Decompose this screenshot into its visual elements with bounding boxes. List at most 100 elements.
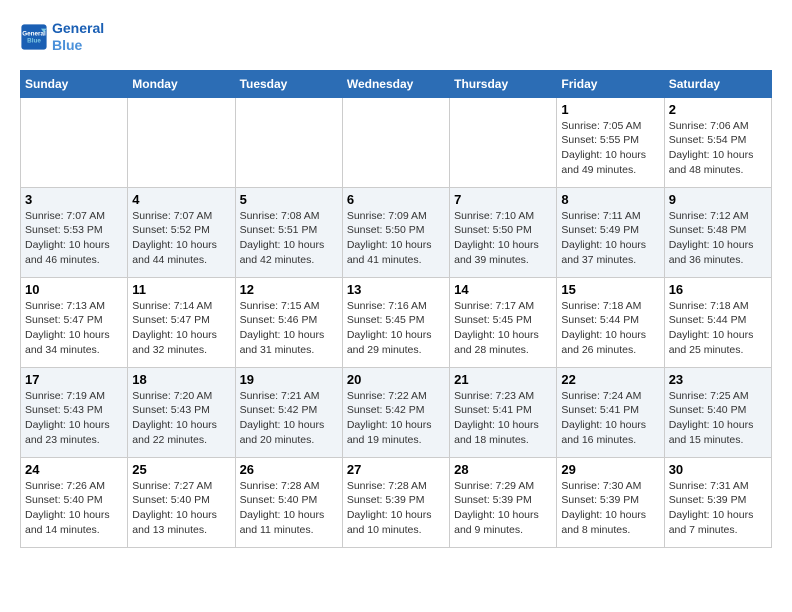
day-info: Sunrise: 7:31 AM Sunset: 5:39 PM Dayligh… bbox=[669, 479, 767, 538]
calendar-cell: 14 Sunrise: 7:17 AM Sunset: 5:45 PM Dayli… bbox=[450, 277, 557, 367]
day-number: 4 bbox=[132, 192, 230, 207]
day-info: Sunrise: 7:16 AM Sunset: 5:45 PM Dayligh… bbox=[347, 299, 445, 358]
calendar-week-row: 24Sunrise: 7:26 AM Sunset: 5:40 PM Dayli… bbox=[21, 457, 772, 547]
day-number: 26 bbox=[240, 462, 338, 477]
day-number: 29 bbox=[561, 462, 659, 477]
day-info: Sunrise: 7:29 AM Sunset: 5:39 PM Dayligh… bbox=[454, 479, 552, 538]
day-info: Sunrise: 7:13 AM Sunset: 5:47 PM Dayligh… bbox=[25, 299, 123, 358]
day-number: 14 bbox=[454, 282, 552, 297]
day-info: Sunrise: 7:22 AM Sunset: 5:42 PM Dayligh… bbox=[347, 389, 445, 448]
weekday-header-row: SundayMondayTuesdayWednesdayThursdayFrid… bbox=[21, 70, 772, 97]
calendar-cell: 4 Sunrise: 7:07 AM Sunset: 5:52 PM Daylig… bbox=[128, 187, 235, 277]
day-number: 16 bbox=[669, 282, 767, 297]
page-container: General Blue General Blue SundayMondayTu… bbox=[20, 20, 772, 548]
day-number: 11 bbox=[132, 282, 230, 297]
calendar-cell: 10 Sunrise: 7:13 AM Sunset: 5:47 PM Dayli… bbox=[21, 277, 128, 367]
day-number: 12 bbox=[240, 282, 338, 297]
day-number: 25 bbox=[132, 462, 230, 477]
logo-text-line2: Blue bbox=[52, 37, 104, 54]
calendar-cell: 19 Sunrise: 7:21 AM Sunset: 5:42 PM Dayli… bbox=[235, 367, 342, 457]
calendar-table: SundayMondayTuesdayWednesdayThursdayFrid… bbox=[20, 70, 772, 548]
calendar-cell bbox=[342, 97, 449, 187]
weekday-header-cell: Tuesday bbox=[235, 70, 342, 97]
day-number: 13 bbox=[347, 282, 445, 297]
calendar-cell: 30 Sunrise: 7:31 AM Sunset: 5:39 PM Dayli… bbox=[664, 457, 771, 547]
calendar-cell: 23 Sunrise: 7:25 AM Sunset: 5:40 PM Dayli… bbox=[664, 367, 771, 457]
day-info: Sunrise: 7:08 AM Sunset: 5:51 PM Dayligh… bbox=[240, 209, 338, 268]
day-number: 23 bbox=[669, 372, 767, 387]
calendar-cell: 20 Sunrise: 7:22 AM Sunset: 5:42 PM Dayli… bbox=[342, 367, 449, 457]
calendar-cell: 17Sunrise: 7:19 AM Sunset: 5:43 PM Dayli… bbox=[21, 367, 128, 457]
day-info: Sunrise: 7:23 AM Sunset: 5:41 PM Dayligh… bbox=[454, 389, 552, 448]
day-info: Sunrise: 7:09 AM Sunset: 5:50 PM Dayligh… bbox=[347, 209, 445, 268]
day-number: 3 bbox=[25, 192, 123, 207]
day-number: 27 bbox=[347, 462, 445, 477]
day-info: Sunrise: 7:17 AM Sunset: 5:45 PM Dayligh… bbox=[454, 299, 552, 358]
calendar-week-row: 10 Sunrise: 7:13 AM Sunset: 5:47 PM Dayli… bbox=[21, 277, 772, 367]
calendar-cell: 25 Sunrise: 7:27 AM Sunset: 5:40 PM Dayli… bbox=[128, 457, 235, 547]
calendar-week-row: 1Sunrise: 7:05 AM Sunset: 5:55 PM Daylig… bbox=[21, 97, 772, 187]
day-info: Sunrise: 7:18 AM Sunset: 5:44 PM Dayligh… bbox=[669, 299, 767, 358]
day-info: Sunrise: 7:12 AM Sunset: 5:48 PM Dayligh… bbox=[669, 209, 767, 268]
day-info: Sunrise: 7:24 AM Sunset: 5:41 PM Dayligh… bbox=[561, 389, 659, 448]
day-number: 18 bbox=[132, 372, 230, 387]
calendar-cell: 7Sunrise: 7:10 AM Sunset: 5:50 PM Daylig… bbox=[450, 187, 557, 277]
day-info: Sunrise: 7:30 AM Sunset: 5:39 PM Dayligh… bbox=[561, 479, 659, 538]
weekday-header-cell: Saturday bbox=[664, 70, 771, 97]
day-info: Sunrise: 7:18 AM Sunset: 5:44 PM Dayligh… bbox=[561, 299, 659, 358]
day-number: 9 bbox=[669, 192, 767, 207]
svg-text:General: General bbox=[22, 30, 46, 37]
weekday-header-cell: Thursday bbox=[450, 70, 557, 97]
calendar-cell: 29 Sunrise: 7:30 AM Sunset: 5:39 PM Dayli… bbox=[557, 457, 664, 547]
day-number: 24 bbox=[25, 462, 123, 477]
day-number: 15 bbox=[561, 282, 659, 297]
day-number: 17 bbox=[25, 372, 123, 387]
day-number: 21 bbox=[454, 372, 552, 387]
calendar-cell: 1Sunrise: 7:05 AM Sunset: 5:55 PM Daylig… bbox=[557, 97, 664, 187]
calendar-cell: 2Sunrise: 7:06 AM Sunset: 5:54 PM Daylig… bbox=[664, 97, 771, 187]
day-info: Sunrise: 7:11 AM Sunset: 5:49 PM Dayligh… bbox=[561, 209, 659, 268]
calendar-cell: 3Sunrise: 7:07 AM Sunset: 5:53 PM Daylig… bbox=[21, 187, 128, 277]
day-info: Sunrise: 7:20 AM Sunset: 5:43 PM Dayligh… bbox=[132, 389, 230, 448]
weekday-header-cell: Monday bbox=[128, 70, 235, 97]
day-number: 20 bbox=[347, 372, 445, 387]
day-info: Sunrise: 7:28 AM Sunset: 5:39 PM Dayligh… bbox=[347, 479, 445, 538]
calendar-cell: 5 Sunrise: 7:08 AM Sunset: 5:51 PM Daylig… bbox=[235, 187, 342, 277]
svg-text:Blue: Blue bbox=[27, 37, 41, 44]
logo-text-line1: General bbox=[52, 20, 104, 37]
day-info: Sunrise: 7:21 AM Sunset: 5:42 PM Dayligh… bbox=[240, 389, 338, 448]
day-number: 10 bbox=[25, 282, 123, 297]
day-number: 5 bbox=[240, 192, 338, 207]
calendar-cell: 6 Sunrise: 7:09 AM Sunset: 5:50 PM Daylig… bbox=[342, 187, 449, 277]
weekday-header-cell: Friday bbox=[557, 70, 664, 97]
day-info: Sunrise: 7:28 AM Sunset: 5:40 PM Dayligh… bbox=[240, 479, 338, 538]
weekday-header-cell: Wednesday bbox=[342, 70, 449, 97]
day-info: Sunrise: 7:25 AM Sunset: 5:40 PM Dayligh… bbox=[669, 389, 767, 448]
calendar-week-row: 3Sunrise: 7:07 AM Sunset: 5:53 PM Daylig… bbox=[21, 187, 772, 277]
calendar-cell bbox=[128, 97, 235, 187]
calendar-cell: 21 Sunrise: 7:23 AM Sunset: 5:41 PM Dayli… bbox=[450, 367, 557, 457]
logo: General Blue General Blue bbox=[20, 20, 104, 54]
calendar-cell bbox=[450, 97, 557, 187]
calendar-cell: 11Sunrise: 7:14 AM Sunset: 5:47 PM Dayli… bbox=[128, 277, 235, 367]
calendar-cell: 13 Sunrise: 7:16 AM Sunset: 5:45 PM Dayli… bbox=[342, 277, 449, 367]
calendar-cell: 27 Sunrise: 7:28 AM Sunset: 5:39 PM Dayli… bbox=[342, 457, 449, 547]
calendar-cell: 26 Sunrise: 7:28 AM Sunset: 5:40 PM Dayli… bbox=[235, 457, 342, 547]
calendar-cell: 16 Sunrise: 7:18 AM Sunset: 5:44 PM Dayli… bbox=[664, 277, 771, 367]
day-number: 1 bbox=[561, 102, 659, 117]
calendar-cell: 12Sunrise: 7:15 AM Sunset: 5:46 PM Dayli… bbox=[235, 277, 342, 367]
calendar-cell: 9 Sunrise: 7:12 AM Sunset: 5:48 PM Daylig… bbox=[664, 187, 771, 277]
calendar-week-row: 17Sunrise: 7:19 AM Sunset: 5:43 PM Dayli… bbox=[21, 367, 772, 457]
calendar-cell bbox=[235, 97, 342, 187]
calendar-cell bbox=[21, 97, 128, 187]
day-number: 8 bbox=[561, 192, 659, 207]
day-info: Sunrise: 7:27 AM Sunset: 5:40 PM Dayligh… bbox=[132, 479, 230, 538]
calendar-cell: 28Sunrise: 7:29 AM Sunset: 5:39 PM Dayli… bbox=[450, 457, 557, 547]
day-number: 7 bbox=[454, 192, 552, 207]
day-number: 30 bbox=[669, 462, 767, 477]
day-info: Sunrise: 7:07 AM Sunset: 5:52 PM Dayligh… bbox=[132, 209, 230, 268]
day-number: 6 bbox=[347, 192, 445, 207]
day-number: 22 bbox=[561, 372, 659, 387]
logo-icon: General Blue bbox=[20, 23, 48, 51]
day-number: 19 bbox=[240, 372, 338, 387]
